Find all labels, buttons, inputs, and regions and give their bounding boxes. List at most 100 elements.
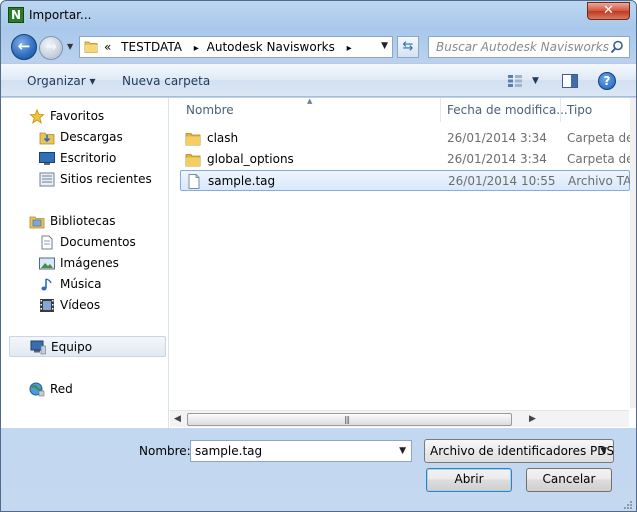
sidebar-item-network[interactable]: Red <box>1 379 167 400</box>
sidebar-item-label: Música <box>60 277 102 291</box>
scroll-right-arrow-icon[interactable]: ▶ <box>529 414 536 424</box>
file-type-selected: Archivo de identificadores PDS <box>430 444 615 458</box>
column-header-type[interactable]: Tipo <box>567 103 592 127</box>
address-separator-arrow[interactable]: ▸ <box>347 43 352 54</box>
sidebar-item-label: Bibliotecas <box>50 214 116 228</box>
file-name-label: Nombre: <box>139 444 191 458</box>
sidebar-item-label: Sitios recientes <box>60 172 152 186</box>
folder-icon <box>185 154 201 167</box>
change-view-icon[interactable] <box>507 74 523 88</box>
sidebar-item-recent-places[interactable]: Sitios recientes <box>1 169 167 190</box>
back-button[interactable]: ← <box>11 34 37 60</box>
pictures-icon <box>39 257 55 270</box>
scrollbar-thumb[interactable]: ||| <box>187 413 512 426</box>
vertical-scrollbar[interactable] <box>630 98 636 408</box>
sidebar-item-label: Descargas <box>60 130 123 144</box>
folder-icon <box>84 41 98 53</box>
column-header-name[interactable]: Nombre <box>186 103 234 127</box>
navisworks-app-icon: N <box>8 7 24 23</box>
search-input[interactable] <box>429 37 609 57</box>
sidebar-item-label: Escritorio <box>60 151 117 165</box>
file-date: 26/01/2014 10:55 <box>448 174 556 188</box>
column-divider[interactable] <box>560 98 561 122</box>
dialog-footer: Nombre: ▼ Archivo de identificadores PDS… <box>1 429 636 511</box>
command-bar: Organizar ▾ Nueva carpeta ▼ ? <box>1 63 636 97</box>
open-button[interactable]: Abrir <box>426 468 512 492</box>
downloads-folder-icon <box>39 132 55 145</box>
forward-button[interactable]: → <box>39 36 63 60</box>
new-folder-button[interactable]: Nueva carpeta <box>122 74 210 88</box>
file-type: Carpeta de a <box>567 131 630 145</box>
desktop-icon <box>39 152 55 165</box>
documents-icon <box>41 235 53 250</box>
file-date: 26/01/2014 3:34 <box>447 131 547 145</box>
content-area: Favoritos Descargas Escritorio Sitios re… <box>1 97 636 428</box>
address-separator-arrow[interactable]: ▸ <box>194 43 199 54</box>
sidebar-item-label: Imágenes <box>60 256 119 270</box>
sort-ascending-icon: ▲ <box>307 97 313 105</box>
preview-pane-icon[interactable] <box>562 74 578 88</box>
search-box[interactable] <box>428 36 630 58</box>
help-icon[interactable]: ? <box>598 72 616 90</box>
sidebar-item-pictures[interactable]: Imágenes <box>1 253 167 274</box>
sidebar-item-computer[interactable]: Equipo <box>9 336 166 357</box>
recent-pages-chevron-icon[interactable]: ▼ <box>67 42 73 51</box>
file-name-dropdown-icon[interactable]: ▼ <box>399 446 406 456</box>
sidebar-item-label: Equipo <box>51 340 93 354</box>
scroll-left-arrow-icon[interactable]: ◀ <box>174 414 181 424</box>
title-bar[interactable]: N Importar... ✕ <box>1 1 636 31</box>
address-bar[interactable]: « TESTDATA ▸ Autodesk Navisworks ▸ ▼ <box>79 36 393 58</box>
address-segment-autodesk-navisworks[interactable]: Autodesk Navisworks <box>207 40 335 54</box>
address-segment-testdata[interactable]: TESTDATA <box>121 40 182 54</box>
file-name: clash <box>207 131 239 145</box>
file-row-sample-tag[interactable]: sample.tag 26/01/2014 10:55 Archivo TAG <box>180 170 631 191</box>
cancel-button[interactable]: Cancelar <box>526 468 612 492</box>
network-icon <box>29 382 45 397</box>
organize-button[interactable]: Organizar ▾ <box>27 74 96 88</box>
search-icon[interactable] <box>610 40 624 54</box>
sidebar-item-music[interactable]: Música <box>1 274 167 295</box>
file-type: Carpeta de a <box>567 152 630 166</box>
refresh-icon: ⇆ <box>402 39 414 54</box>
file-icon <box>188 174 200 189</box>
file-name: sample.tag <box>208 174 276 188</box>
sidebar-item-desktop[interactable]: Escritorio <box>1 148 167 169</box>
sidebar-item-downloads[interactable]: Descargas <box>1 127 167 148</box>
recent-places-icon <box>39 172 55 187</box>
address-overflow-chevron[interactable]: « <box>104 40 111 54</box>
file-type-select[interactable]: Archivo de identificadores PDS ▼ <box>424 439 614 463</box>
column-header-date[interactable]: Fecha de modifica... <box>447 103 568 127</box>
star-icon <box>29 109 45 124</box>
file-name-input[interactable] <box>191 441 391 461</box>
address-dropdown-icon[interactable]: ▼ <box>381 41 388 51</box>
file-date: 26/01/2014 3:34 <box>447 152 547 166</box>
column-divider[interactable] <box>440 98 441 122</box>
close-button[interactable]: ✕ <box>587 2 630 20</box>
videos-icon <box>40 299 54 312</box>
window-title: Importar... <box>29 8 92 22</box>
music-icon <box>41 278 52 291</box>
resize-grip-icon[interactable] <box>623 500 633 510</box>
file-row-global-options[interactable]: global_options 26/01/2014 3:34 Carpeta d… <box>180 149 630 170</box>
libraries-icon <box>29 216 45 229</box>
view-options-chevron-icon[interactable]: ▼ <box>532 76 539 86</box>
file-list[interactable]: Nombre ▲ Fecha de modifica... Tipo clash… <box>170 97 636 428</box>
folder-icon <box>185 133 201 146</box>
file-name: global_options <box>207 152 294 166</box>
horizontal-scrollbar[interactable]: ◀ ||| ▶ <box>170 410 629 427</box>
sidebar-item-libraries[interactable]: Bibliotecas <box>1 211 167 232</box>
scrollbar-grip-icon: ||| <box>344 415 350 424</box>
sidebar-item-favorites[interactable]: Favoritos <box>1 106 167 127</box>
sidebar-item-label: Red <box>50 382 73 396</box>
sidebar-item-documents[interactable]: Documentos <box>1 232 167 253</box>
file-name-combobox[interactable]: ▼ <box>190 440 412 462</box>
navigation-bar: ← → ▼ « TESTDATA ▸ Autodesk Navisworks ▸… <box>1 31 636 63</box>
file-type-dropdown-icon: ▼ <box>600 446 607 456</box>
sidebar-item-label: Vídeos <box>60 298 101 312</box>
sidebar-item-videos[interactable]: Vídeos <box>1 295 167 316</box>
import-dialog: N Importar... ✕ ← → ▼ « TESTDATA ▸ Autod… <box>0 0 637 512</box>
refresh-button[interactable]: ⇆ <box>397 36 419 58</box>
file-row-clash[interactable]: clash 26/01/2014 3:34 Carpeta de a <box>180 128 630 149</box>
sidebar-item-label: Favoritos <box>50 109 105 123</box>
navigation-pane[interactable]: Favoritos Descargas Escritorio Sitios re… <box>1 98 169 428</box>
